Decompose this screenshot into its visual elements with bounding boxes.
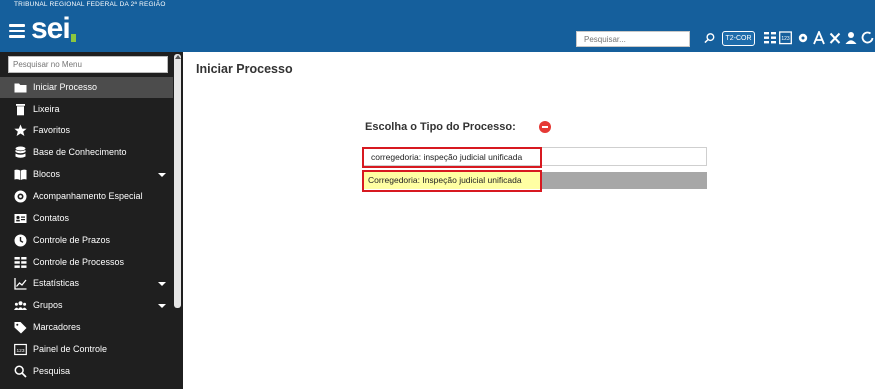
sidebar-item-pesquisa[interactable]: Pesquisa bbox=[0, 361, 173, 382]
sidebar-item-grupos[interactable]: Grupos bbox=[0, 295, 173, 316]
sidebar-item-marcadores[interactable]: Marcadores bbox=[0, 317, 173, 338]
search-icon bbox=[14, 365, 27, 378]
org-name: TRIBUNAL REGIONAL FEDERAL DA 2ª REGIÃO bbox=[14, 1, 166, 8]
database-icon bbox=[15, 146, 26, 158]
search-icon[interactable] bbox=[704, 32, 715, 44]
sidebar-item-estatisticas[interactable]: Estatísticas bbox=[0, 273, 173, 294]
sidebar-item-contatos[interactable]: Contatos bbox=[0, 208, 173, 229]
sei-logo[interactable]: sei bbox=[31, 14, 76, 44]
settings-gear-icon[interactable] bbox=[797, 31, 809, 45]
panel-123-icon: 123 bbox=[14, 343, 27, 356]
hamburger-menu-icon[interactable] bbox=[9, 24, 25, 38]
tools-icon[interactable] bbox=[829, 31, 841, 45]
chevron-down-icon[interactable] bbox=[158, 304, 166, 308]
page-title: Iniciar Processo bbox=[196, 62, 293, 76]
sidebar-item-label: Pesquisa bbox=[33, 366, 71, 376]
sidebar-item-favoritos[interactable]: Favoritos bbox=[0, 120, 173, 141]
autocomplete-suggestion[interactable]: Corregedoria: Inspeção judicial unificad… bbox=[364, 172, 540, 189]
sidebar-item-label: Lixeira bbox=[33, 104, 60, 114]
chevron-down-icon[interactable] bbox=[158, 282, 166, 286]
sidebar-item-label: Estatísticas bbox=[33, 278, 80, 288]
user-icon[interactable] bbox=[845, 31, 857, 45]
panel-123-icon[interactable]: 123 bbox=[779, 31, 792, 45]
svg-text:123: 123 bbox=[16, 348, 24, 354]
sidebar-item-label: Contatos bbox=[33, 213, 70, 223]
sidebar-item-label: Acompanhamento Especial bbox=[33, 191, 143, 201]
process-list-icon[interactable] bbox=[764, 31, 776, 45]
process-type-input[interactable] bbox=[362, 147, 707, 166]
clock-icon bbox=[14, 234, 27, 247]
sidebar-item-blocos[interactable]: Blocos bbox=[0, 164, 173, 185]
sidebar-item-label: Base de Conhecimento bbox=[33, 147, 127, 157]
sidebar-item-lixeira[interactable]: Lixeira bbox=[0, 99, 173, 120]
logo-text: sei bbox=[31, 12, 71, 45]
chart-line-icon bbox=[14, 278, 27, 290]
trash-icon bbox=[16, 104, 25, 116]
book-open-icon bbox=[14, 169, 27, 180]
sidebar-item-label: Controle de Prazos bbox=[33, 235, 111, 245]
menu-search-input[interactable] bbox=[8, 56, 168, 73]
sidebar-item-label: Grupos bbox=[33, 300, 63, 310]
global-search-input[interactable] bbox=[576, 31, 690, 47]
process-list-icon bbox=[14, 257, 27, 268]
sidebar-item-controle-de-prazos[interactable]: Controle de Prazos bbox=[0, 230, 173, 251]
org-unit-badge[interactable]: T2-COR bbox=[722, 31, 755, 46]
chevron-down-icon[interactable] bbox=[158, 173, 166, 177]
sidebar-item-label: Favoritos bbox=[33, 125, 71, 135]
process-type-label: Escolha o Tipo do Processo: bbox=[365, 121, 516, 133]
eye-icon bbox=[14, 190, 27, 203]
sidebar-item-acompanhamento-especial[interactable]: Acompanhamento Especial bbox=[0, 186, 173, 207]
power-icon[interactable] bbox=[861, 31, 875, 45]
sidebar-item-base-de-conhecimento[interactable]: Base de Conhecimento bbox=[0, 142, 173, 163]
sidebar-item-iniciar-processo[interactable]: Iniciar Processo bbox=[0, 77, 173, 98]
tag-icon bbox=[14, 322, 27, 334]
svg-text:123: 123 bbox=[781, 36, 790, 42]
sidebar-item-painel-de-controle[interactable]: 123 Painel de Controle bbox=[0, 339, 173, 360]
sidebar-item-label: Controle de Processos bbox=[33, 257, 125, 267]
folder-icon bbox=[14, 83, 27, 93]
logo-dot bbox=[70, 34, 76, 42]
sidebar-item-label: Painel de Controle bbox=[33, 344, 108, 354]
sidebar-item-controle-de-processos[interactable]: Controle de Processos bbox=[0, 252, 173, 273]
scroll-up-arrow[interactable] bbox=[175, 55, 181, 59]
star-icon bbox=[14, 124, 27, 136]
sidebar-item-label: Iniciar Processo bbox=[33, 82, 98, 92]
font-size-icon[interactable] bbox=[813, 31, 825, 45]
minus-circle-icon[interactable] bbox=[539, 121, 551, 133]
sidebar-item-label: Blocos bbox=[33, 169, 61, 179]
users-icon bbox=[14, 301, 27, 310]
sidebar-scrollbar[interactable] bbox=[174, 54, 181, 308]
contact-card-icon bbox=[14, 214, 27, 223]
sidebar-item-label: Marcadores bbox=[33, 322, 81, 332]
